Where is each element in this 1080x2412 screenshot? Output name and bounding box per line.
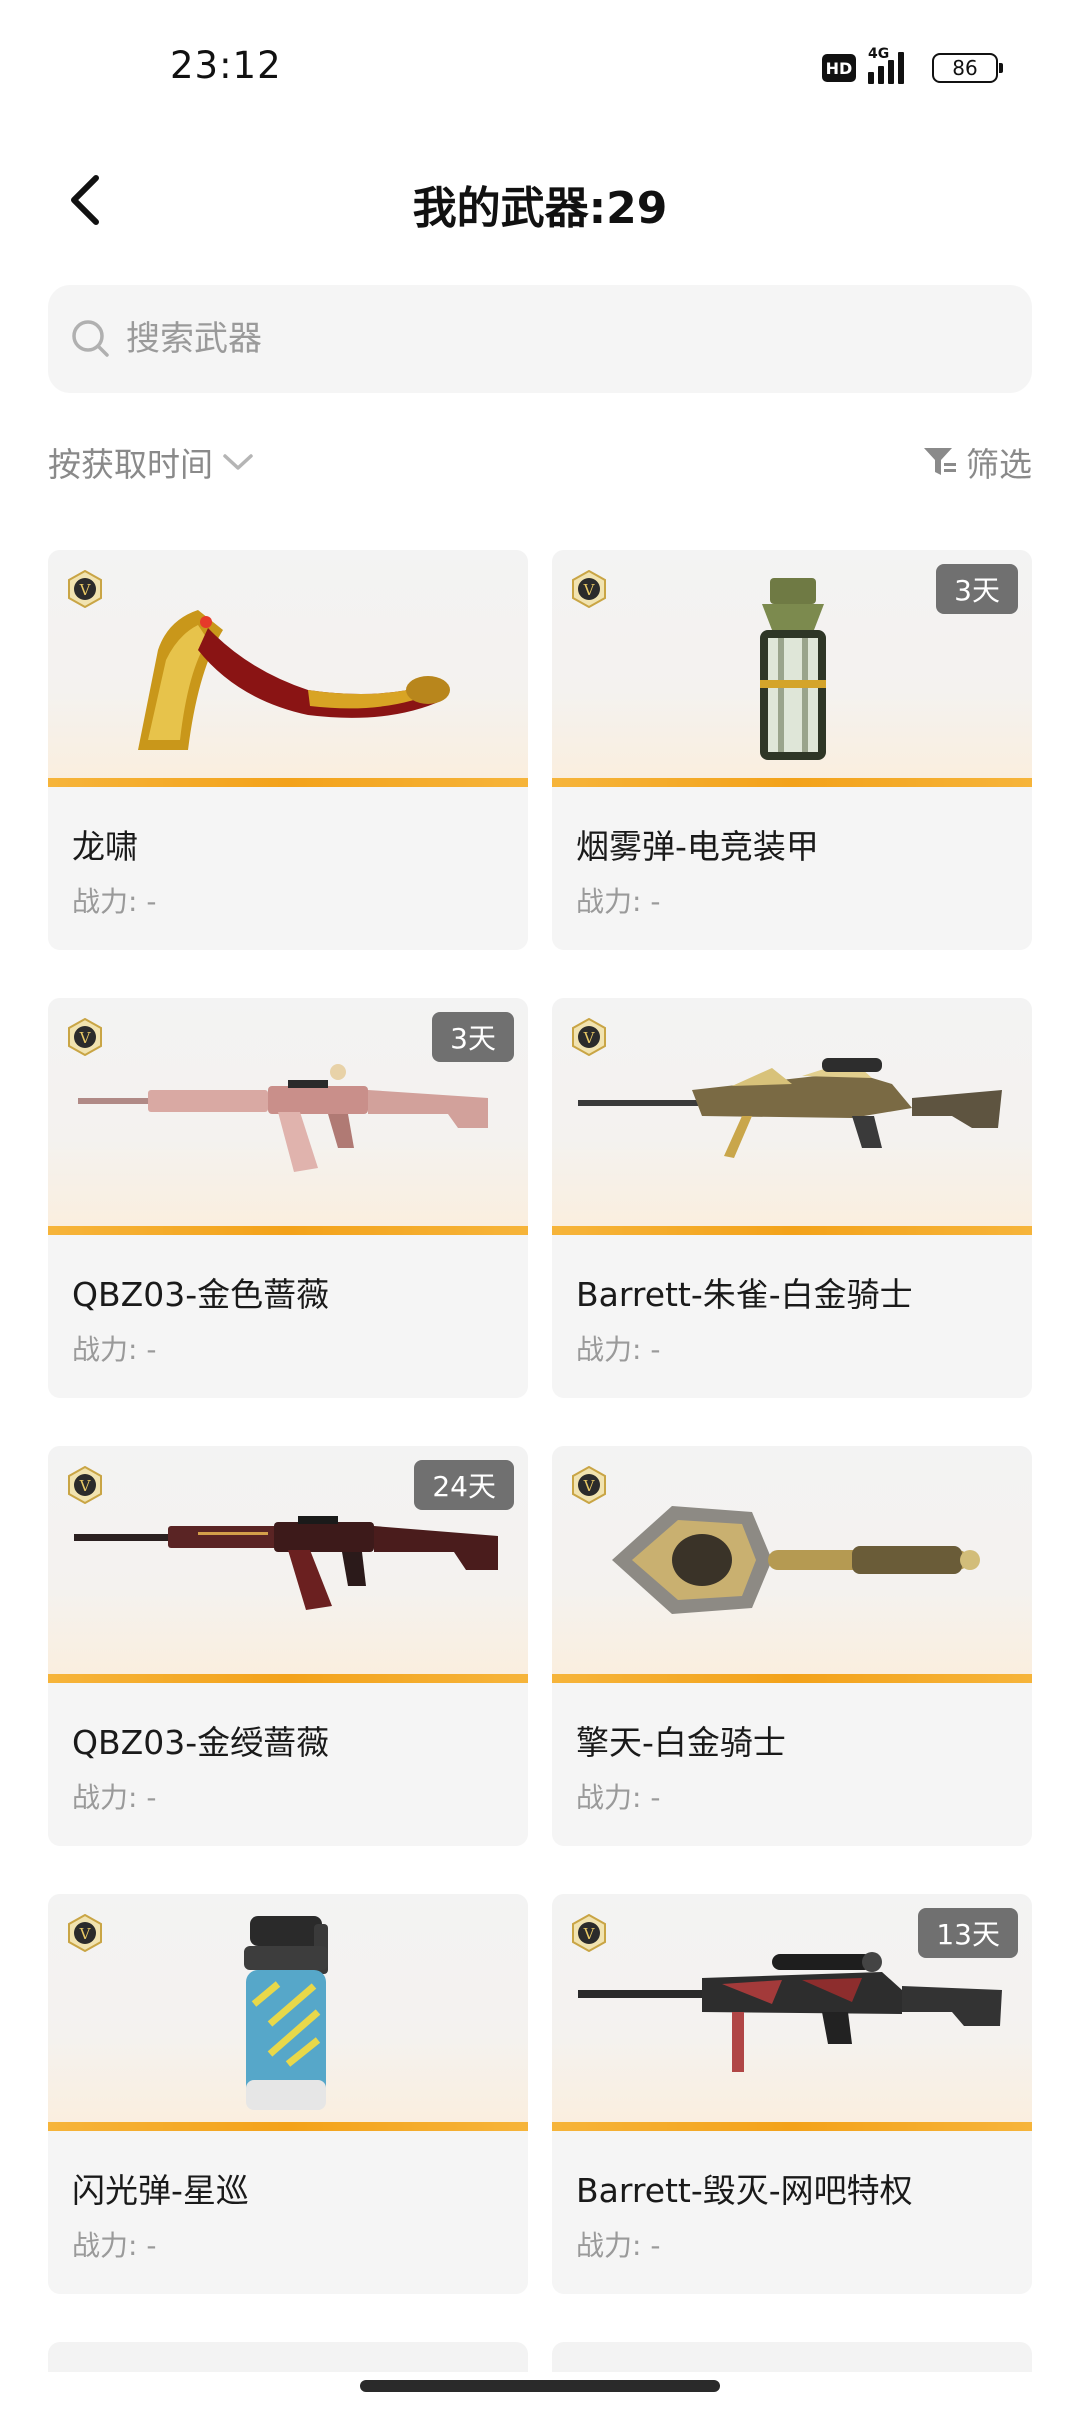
svg-text:V: V [583, 1477, 596, 1495]
expiry-days-tag: 24天 [414, 1460, 514, 1510]
search-icon [72, 320, 109, 357]
signal-icon: 4G [868, 46, 920, 84]
weapon-image-area: V 3天 [552, 550, 1032, 787]
weapon-name: QBZ03-金绶蔷薇 [72, 1723, 330, 1762]
weapon-power: 战力: - [576, 1333, 661, 1366]
weapon-card[interactable]: V Barrett-朱雀-白金骑士 战力: - [552, 998, 1032, 1398]
weapon-image-area: V [48, 550, 528, 787]
status-bar: 23:12 HD 4G 86 [0, 0, 1080, 140]
rarity-bar [552, 2122, 1032, 2131]
sort-dropdown[interactable]: 按获取时间 [48, 438, 255, 486]
platinum-sniper-rifle-icon [578, 1058, 1002, 1158]
golden-dragon-axe-icon [138, 610, 450, 750]
weapon-power: 战力: - [576, 2229, 661, 2262]
expiry-days-tag: 13天 [918, 1908, 1018, 1958]
weapon-card-partial[interactable] [48, 2342, 528, 2372]
battery-icon: 86 [932, 53, 1003, 83]
weapon-card-partial[interactable] [552, 2342, 1032, 2372]
vip-badge-icon: V [68, 1466, 102, 1504]
weapon-name: 龙啸 [72, 827, 138, 866]
weapon-power: 战力: - [72, 1781, 157, 1814]
rarity-bar [552, 1226, 1032, 1235]
svg-text:V: V [583, 1925, 596, 1943]
svg-text:V: V [79, 1925, 92, 1943]
weapon-power: 战力: - [72, 1333, 157, 1366]
rarity-bar [48, 1674, 528, 1683]
vip-badge-icon: V [68, 570, 102, 608]
rarity-bar [48, 1226, 528, 1235]
rarity-bar [552, 778, 1032, 787]
weapon-name: Barrett-朱雀-白金骑士 [576, 1275, 913, 1314]
svg-text:V: V [79, 1029, 92, 1047]
weapon-name: Barrett-毁灭-网吧特权 [576, 2171, 913, 2210]
rarity-bar [552, 1674, 1032, 1683]
filter-button[interactable]: 筛选 [922, 438, 1032, 486]
weapon-image-area: V [552, 1446, 1032, 1683]
vip-badge-icon: V [68, 1018, 102, 1056]
home-indicator[interactable] [360, 2380, 720, 2392]
status-icons: HD 4G 86 [822, 46, 1003, 88]
header: 我的武器:29 [0, 160, 1080, 240]
weapon-card[interactable]: V 24天 QBZ03-金绶蔷薇 战力: - [48, 1446, 528, 1846]
platinum-shovel-icon [612, 1506, 980, 1614]
vip-badge-icon: V [572, 1018, 606, 1056]
weapon-card[interactable]: V 13天 Barrett-毁灭-网吧特权 战力: - [552, 1894, 1032, 2294]
search-input[interactable] [126, 319, 1006, 359]
sort-label: 按获取时间 [48, 445, 213, 484]
svg-text:V: V [583, 1029, 596, 1047]
expiry-days-tag: 3天 [936, 564, 1018, 614]
weapon-card[interactable]: V 3天 烟雾弹-电竞装甲 战力: - [552, 550, 1032, 950]
weapon-name: 擎天-白金骑士 [576, 1723, 786, 1762]
vip-badge-icon: V [572, 1914, 606, 1952]
weapon-card[interactable]: V 闪光弹-星巡 战力: - [48, 1894, 528, 2294]
page-title: 我的武器:29 [412, 183, 668, 234]
flash-grenade-icon [244, 1916, 328, 2110]
weapon-card[interactable]: V 3天 QBZ03-金色蔷薇 战力: - [48, 998, 528, 1398]
weapon-name: 闪光弹-星巡 [72, 2171, 249, 2210]
toolbar: 按获取时间 筛选 [48, 438, 1032, 498]
svg-text:V: V [79, 1477, 92, 1495]
weapon-power: 战力: - [72, 2229, 157, 2262]
svg-text:V: V [79, 581, 92, 599]
vip-badge-icon: V [572, 1466, 606, 1504]
vip-badge-icon: V [68, 1914, 102, 1952]
weapon-image-area: V 24天 [48, 1446, 528, 1683]
rarity-bar [48, 2122, 528, 2131]
weapon-power: 战力: - [576, 885, 661, 918]
weapon-image-area: V [552, 998, 1032, 1235]
hd-icon: HD [822, 54, 856, 82]
network-type: 4G [868, 46, 890, 62]
vip-badge-icon: V [572, 570, 606, 608]
weapon-image-area: V 13天 [552, 1894, 1032, 2131]
weapon-card[interactable]: V 龙啸 战力: - [48, 550, 528, 950]
weapon-image-area: V [48, 1894, 528, 2131]
filter-icon [924, 448, 956, 475]
expiry-days-tag: 3天 [432, 1012, 514, 1062]
weapon-name: 烟雾弹-电竞装甲 [576, 827, 819, 866]
svg-text:V: V [583, 581, 596, 599]
weapon-name: QBZ03-金色蔷薇 [72, 1275, 330, 1314]
chevron-down-icon [223, 454, 253, 470]
search-box[interactable] [48, 285, 1032, 393]
weapon-power: 战力: - [72, 885, 157, 918]
weapon-power: 战力: - [576, 1781, 661, 1814]
status-time: 23:12 [170, 44, 282, 87]
weapon-image-area: V 3天 [48, 998, 528, 1235]
rarity-bar [48, 778, 528, 787]
battery-level: 86 [952, 56, 978, 80]
weapon-card[interactable]: V 擎天-白金骑士 战力: - [552, 1446, 1032, 1846]
filter-label: 筛选 [966, 445, 1032, 484]
